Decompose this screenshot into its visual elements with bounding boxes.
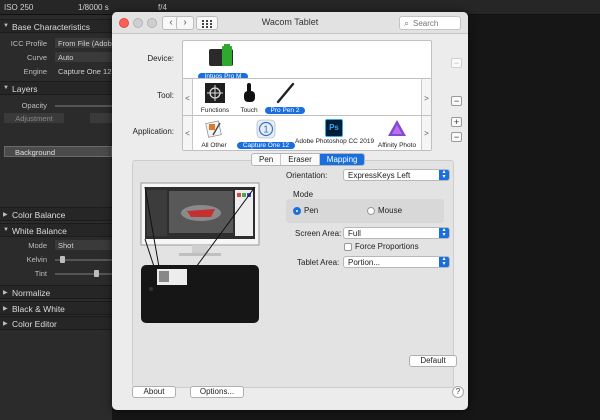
- tool-touch[interactable]: Touch: [235, 82, 263, 114]
- application-scroll-left[interactable]: <: [183, 116, 193, 150]
- wacom-tablet-window: ‹ › Wacom Tablet ⌕ Device: Intuos Pro M …: [112, 12, 468, 410]
- app-name: Adobe Photoshop CC 2019: [295, 138, 375, 145]
- mapping-panel: Orientation: ExpressKeys Left ▴ ▾ Mode Pe…: [132, 160, 457, 388]
- capture-one-icon: 1: [256, 119, 276, 139]
- tool-scroll-left[interactable]: <: [183, 79, 193, 117]
- orientation-select[interactable]: ExpressKeys Left ▴ ▾: [343, 169, 450, 181]
- mode-mouse-label: Mouse: [378, 206, 403, 215]
- default-button[interactable]: Default: [409, 355, 457, 367]
- shutter-readout: 1/8000 s: [78, 3, 109, 12]
- all-apps-icon: [205, 120, 222, 138]
- orientation-label: Orientation:: [286, 171, 328, 180]
- add-application-button[interactable]: +: [451, 117, 462, 127]
- app-all-other[interactable]: All Other: [197, 119, 231, 149]
- remove-device-button[interactable]: −: [451, 58, 462, 68]
- device-label: Device:: [147, 54, 174, 63]
- application-strip: < All Other 1 Capture One 12 Ps Adobe Ph…: [182, 115, 432, 151]
- adjustment-layer-button[interactable]: Adjustment: [4, 113, 64, 123]
- help-button[interactable]: ?: [452, 386, 464, 398]
- wb-mode-select[interactable]: Shot: [55, 240, 112, 250]
- tab-pen[interactable]: Pen: [252, 154, 282, 165]
- screen-area-select[interactable]: Full ▴ ▾: [343, 227, 450, 239]
- settings-tabs: Pen Eraser Mapping: [251, 153, 366, 166]
- device-strip: Intuos Pro M: [182, 40, 432, 80]
- application-label: Application:: [132, 127, 174, 136]
- photoshop-icon: Ps: [325, 119, 343, 137]
- section-base-characteristics[interactable]: ▼ Base Characteristics: [0, 19, 112, 33]
- mode-pen-label: Pen: [304, 206, 319, 215]
- section-normalize[interactable]: ▶ Normalize: [0, 285, 112, 299]
- app-adobe-photoshop[interactable]: Ps Adobe Photoshop CC 2019: [295, 119, 375, 145]
- search-icon: ⌕: [404, 18, 410, 28]
- aperture-readout: f/4: [158, 3, 167, 12]
- section-white-balance[interactable]: ▼ White Balance: [0, 223, 112, 237]
- section-black-white[interactable]: ▶ Black & White: [0, 301, 112, 315]
- chevron-updown-icon: ▴ ▾: [439, 256, 449, 267]
- search-input[interactable]: [413, 18, 459, 29]
- icc-profile-select[interactable]: From File (Adob: [55, 38, 112, 48]
- collapse-triangle-icon: ▼: [3, 85, 9, 91]
- remove-tool-button[interactable]: −: [451, 96, 462, 106]
- mode-group: Pen Mouse: [286, 199, 444, 223]
- tab-eraser[interactable]: Eraser: [281, 154, 320, 165]
- collapse-triangle-icon: ▼: [3, 227, 9, 233]
- section-color-editor[interactable]: ▶ Color Editor: [0, 316, 112, 330]
- section-layers[interactable]: ▼ Layers: [0, 81, 112, 95]
- pen-icon: [276, 82, 295, 104]
- app-capture-one-12[interactable]: 1 Capture One 12: [237, 119, 295, 149]
- remove-application-button[interactable]: −: [451, 132, 462, 142]
- section-color-balance[interactable]: ▶ Color Balance: [0, 207, 112, 221]
- tool-name: Pro Pen 2: [265, 107, 305, 114]
- tool-pro-pen-2[interactable]: Pro Pen 2: [265, 82, 305, 114]
- expand-triangle-icon: ▶: [3, 212, 8, 218]
- engine-value: Capture One 12: [58, 67, 112, 76]
- expand-triangle-icon: ▶: [3, 290, 8, 296]
- tools-sidebar: ▼ Base Characteristics ICC Profile From …: [0, 15, 112, 420]
- force-proportions-label: Force Proportions: [355, 242, 419, 251]
- affinity-photo-icon: [388, 120, 406, 136]
- background-layer-row[interactable]: Background: [4, 146, 112, 157]
- app-affinity-photo[interactable]: Affinity Photo: [373, 119, 421, 149]
- app-name: Capture One 12: [237, 142, 295, 149]
- collapse-triangle-icon: ▼: [3, 23, 9, 29]
- tablet-area-label: Tablet Area:: [297, 258, 340, 267]
- about-button[interactable]: About: [132, 386, 176, 398]
- tool-strip: < Functions Touch Pro Pen 2 >: [182, 78, 432, 118]
- tool-label: Tool:: [157, 91, 174, 100]
- tool-name: Touch: [240, 107, 258, 114]
- mode-label: Mode: [293, 190, 314, 199]
- tab-mapping[interactable]: Mapping: [319, 154, 365, 165]
- tool-functions[interactable]: Functions: [197, 82, 233, 114]
- chevron-updown-icon: ▴ ▾: [439, 169, 449, 180]
- title-bar: ‹ › Wacom Tablet ⌕: [112, 12, 468, 34]
- force-proportions-checkbox[interactable]: [344, 243, 352, 251]
- tool-scroll-right[interactable]: >: [421, 79, 431, 117]
- iso-readout: ISO 250: [4, 3, 34, 12]
- mode-mouse-radio[interactable]: [367, 207, 375, 215]
- device-intuos-pro-m[interactable]: Intuos Pro M: [198, 44, 248, 80]
- tablet-icon: [209, 44, 233, 66]
- touch-hand-icon: [244, 83, 255, 102]
- curve-select[interactable]: Auto: [55, 52, 112, 62]
- mode-pen-radio[interactable]: [293, 207, 301, 215]
- search-field[interactable]: ⌕: [399, 16, 461, 30]
- options-button[interactable]: Options...: [190, 386, 244, 398]
- application-scroll-right[interactable]: >: [421, 116, 431, 150]
- app-name: All Other: [201, 142, 227, 149]
- tint-slider[interactable]: [55, 273, 112, 275]
- app-name: Affinity Photo: [377, 142, 417, 149]
- mapping-illustration: [140, 182, 260, 323]
- opacity-slider[interactable]: [55, 105, 112, 107]
- expand-triangle-icon: ▶: [3, 321, 8, 327]
- svg-text:1: 1: [263, 125, 269, 136]
- tablet-area-select[interactable]: Portion... ▴ ▾: [343, 256, 450, 268]
- tool-name: Functions: [200, 107, 230, 114]
- kelvin-slider-knob[interactable]: [60, 256, 65, 263]
- layer-button[interactable]: [90, 113, 112, 123]
- expand-triangle-icon: ▶: [3, 306, 8, 312]
- tint-slider-knob[interactable]: [94, 270, 99, 277]
- screen-area-label: Screen Area:: [295, 229, 342, 238]
- functions-icon: [205, 83, 225, 103]
- chevron-updown-icon: ▴ ▾: [439, 227, 449, 238]
